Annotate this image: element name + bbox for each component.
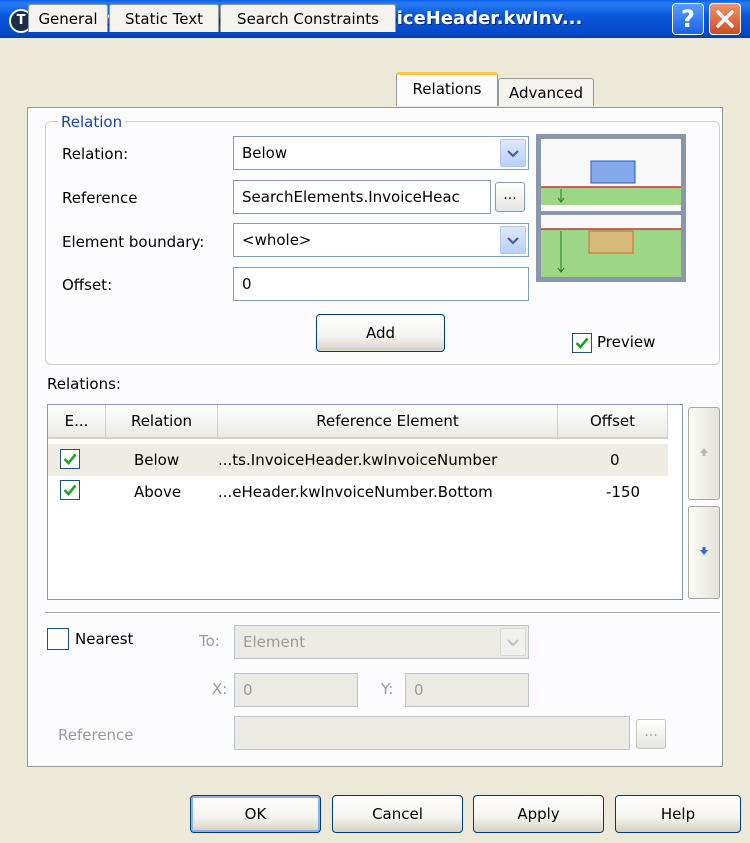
tab-general[interactable]: General — [28, 4, 108, 32]
reference-input[interactable]: SearchElements.InvoiceHeac — [233, 180, 491, 214]
relation-label: Relation: — [62, 145, 129, 163]
nearest-label: Nearest — [75, 630, 134, 648]
tab-search-constraints-label: Search Constraints — [237, 10, 379, 28]
element-boundary-value: <whole> — [242, 231, 312, 249]
chevron-down-icon — [507, 639, 519, 647]
row-offset: -150 — [606, 483, 641, 501]
checkmark-icon — [63, 484, 77, 496]
relations-list-header: E... Relation Reference Element Offset — [48, 405, 668, 439]
column-header-offset[interactable]: Offset — [558, 405, 668, 437]
reference-input-value: SearchElements.InvoiceHeac — [242, 188, 460, 206]
tab-static-text[interactable]: Static Text — [109, 4, 219, 32]
move-down-button[interactable] — [688, 506, 720, 599]
chevron-down-icon — [507, 237, 519, 245]
arrow-down-icon — [700, 547, 708, 555]
apply-button[interactable]: Apply — [473, 795, 604, 833]
reference-label: Reference — [62, 189, 138, 207]
nearest-reference-input[interactable] — [234, 716, 630, 750]
relation-dropdown-button[interactable] — [500, 139, 526, 167]
checkmark-icon — [63, 453, 77, 465]
column-header-enabled[interactable]: E... — [48, 405, 106, 437]
relation-group-legend: Relation — [58, 113, 126, 131]
element-boundary-combobox[interactable]: <whole> — [233, 223, 529, 257]
row-relation: Below — [134, 451, 180, 469]
checkmark-icon — [575, 337, 589, 349]
row-relation: Above — [134, 483, 182, 501]
column-header-relation[interactable]: Relation — [106, 405, 218, 437]
tab-relations-label: Relations — [412, 80, 482, 98]
properties-dialog: T Properties of SearchElements.InvoiceHe… — [0, 0, 750, 843]
title-close-button[interactable] — [709, 3, 741, 35]
relations-listview[interactable]: E... Relation Reference Element Offset B… — [47, 404, 683, 600]
table-row[interactable]: Below ...ts.InvoiceHeader.kwInvoiceNumbe… — [48, 444, 668, 476]
help-button[interactable]: Help — [615, 795, 741, 833]
add-relation-button[interactable]: Add — [316, 314, 445, 352]
tab-advanced[interactable]: Advanced — [498, 78, 594, 106]
x-input-value: 0 — [243, 681, 253, 699]
relations-list-label: Relations: — [47, 375, 121, 393]
column-header-reference-element[interactable]: Reference Element — [218, 405, 558, 437]
relation-preview-image — [536, 134, 686, 282]
row-enabled-checkbox[interactable] — [60, 480, 80, 500]
reference-browse-button[interactable]: ... — [495, 182, 525, 212]
offset-input-value: 0 — [242, 275, 252, 293]
y-label: Y: — [381, 680, 394, 698]
relation-combobox-value: Below — [242, 144, 288, 162]
nearest-checkbox[interactable] — [47, 628, 69, 650]
row-offset: 0 — [610, 451, 620, 469]
ok-button[interactable]: OK — [190, 795, 321, 833]
preview-checkbox[interactable] — [572, 333, 592, 353]
preview-label: Preview — [597, 333, 656, 351]
close-icon — [716, 10, 734, 28]
row-reference: ...eHeader.kwInvoiceNumber.Bottom — [218, 483, 493, 501]
offset-input[interactable]: 0 — [233, 267, 529, 301]
row-reference: ...ts.InvoiceHeader.kwInvoiceNumber — [218, 451, 498, 469]
tab-general-label: General — [38, 10, 98, 28]
tab-advanced-label: Advanced — [508, 84, 584, 102]
to-combobox-value: Element — [243, 633, 306, 651]
x-label: X: — [212, 680, 228, 698]
offset-label: Offset: — [62, 276, 113, 294]
nearest-reference-label: Reference — [58, 726, 134, 744]
row-enabled-checkbox[interactable] — [60, 449, 80, 469]
title-help-button[interactable]: ? — [672, 3, 704, 35]
to-combobox[interactable]: Element — [234, 625, 529, 659]
relation-diagram-icon — [541, 139, 681, 277]
table-row[interactable]: Above ...eHeader.kwInvoiceNumber.Bottom … — [48, 476, 668, 508]
element-boundary-dropdown-button[interactable] — [500, 226, 526, 254]
separator — [45, 612, 720, 614]
cancel-button[interactable]: Cancel — [332, 795, 463, 833]
chevron-down-icon — [507, 150, 519, 158]
y-input-value: 0 — [414, 681, 424, 699]
tab-search-constraints[interactable]: Search Constraints — [220, 4, 396, 32]
tab-relations[interactable]: Relations — [396, 72, 498, 106]
relation-combobox[interactable]: Below — [233, 136, 529, 170]
x-input[interactable]: 0 — [234, 673, 358, 707]
tab-static-text-label: Static Text — [125, 10, 203, 28]
to-label: To: — [199, 632, 220, 650]
to-dropdown-button[interactable] — [500, 628, 526, 656]
nearest-reference-browse-button[interactable]: ... — [636, 719, 666, 749]
move-up-button[interactable] — [688, 407, 720, 500]
element-boundary-label: Element boundary: — [62, 233, 205, 251]
arrow-up-icon — [700, 448, 708, 456]
y-input[interactable]: 0 — [405, 673, 529, 707]
